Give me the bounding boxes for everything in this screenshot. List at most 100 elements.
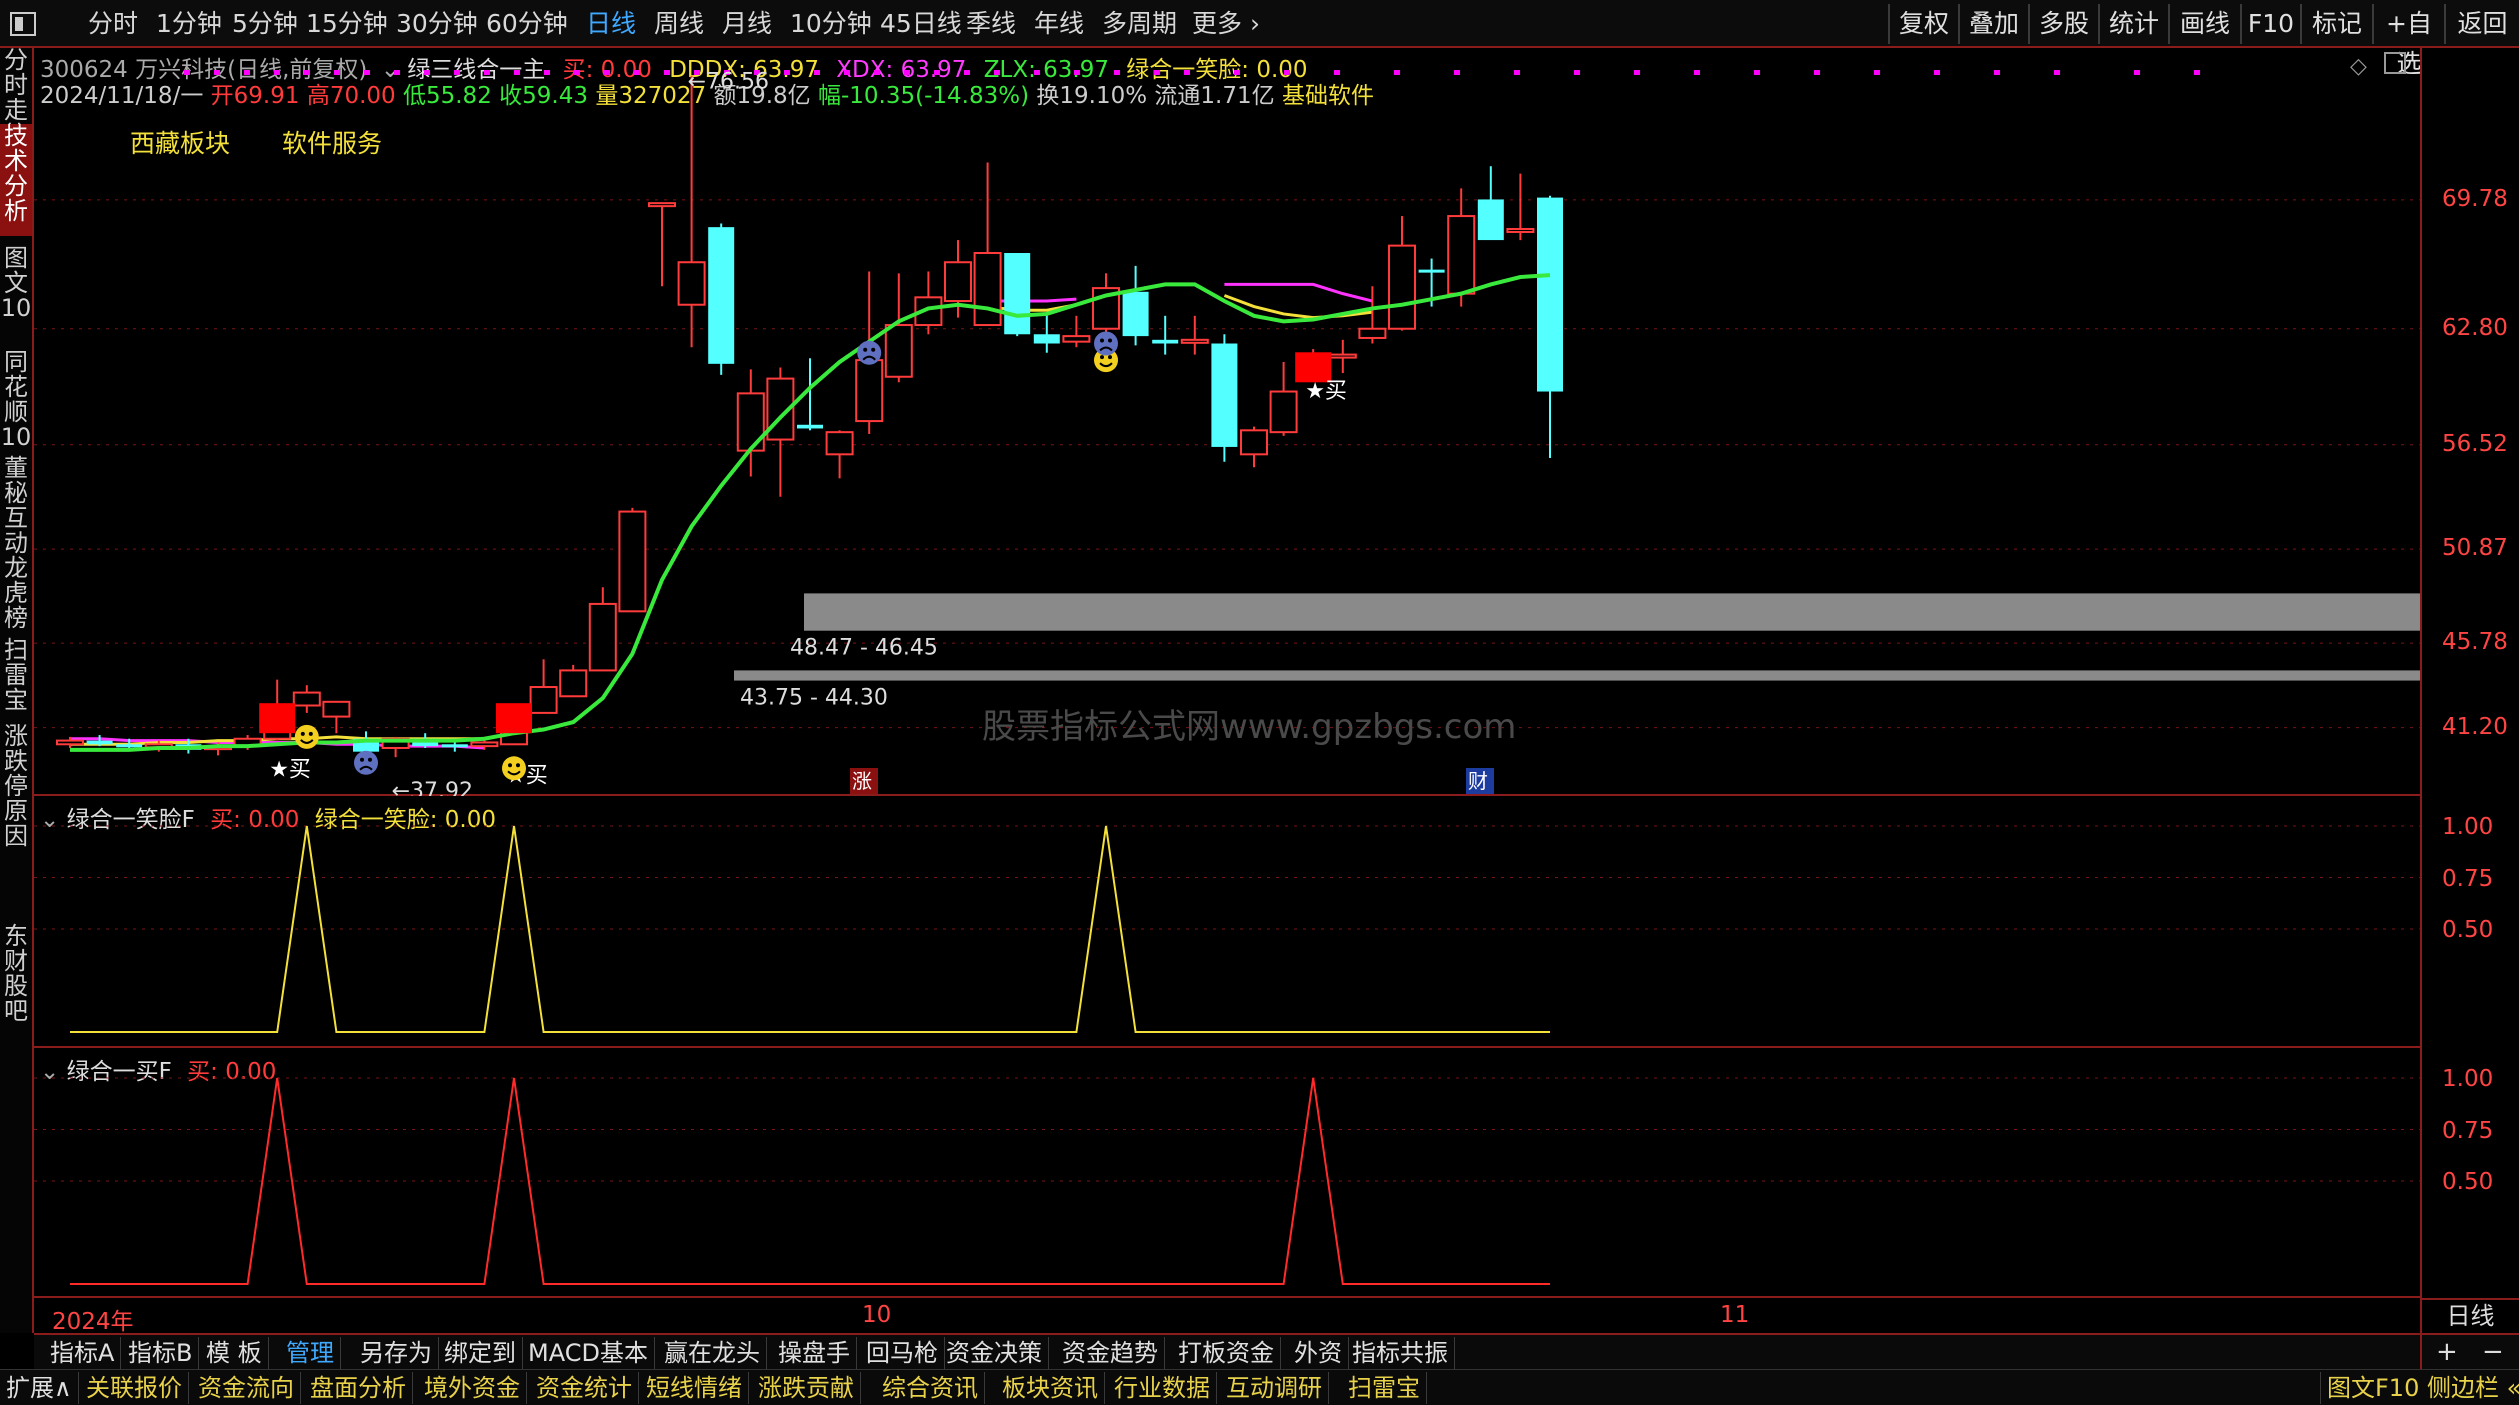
period-5[interactable]: 60分钟 xyxy=(486,6,568,42)
side-tab-5[interactable]: 龙虎榜 xyxy=(0,556,32,634)
toolbar-btn-4[interactable]: 画线 xyxy=(2168,4,2240,44)
toolbar-btn-1[interactable]: 叠加 xyxy=(1958,4,2028,44)
low-price-label: ←37.92 xyxy=(392,779,473,796)
feature-tab-8[interactable]: 综合资讯 xyxy=(876,1372,985,1404)
period-10[interactable]: 45日线 xyxy=(880,6,962,42)
candle-body-up xyxy=(677,261,706,306)
period-9[interactable]: 10分钟 xyxy=(790,6,872,42)
feature-tab-4[interactable]: 境外资金 xyxy=(418,1372,527,1404)
period-7[interactable]: 周线 xyxy=(654,6,704,42)
zoom-in-button[interactable]: + xyxy=(2436,1337,2458,1367)
candle-body-down xyxy=(1537,197,1563,392)
period-label: 日线 xyxy=(2422,1298,2519,1333)
period-3[interactable]: 15分钟 xyxy=(306,6,388,42)
buy-signal-box xyxy=(496,703,532,734)
indicator-tab-10[interactable]: 资金决策 xyxy=(940,1337,1049,1369)
buy-indicator-panel: ⌄ 绿合一买F 买: 0.00 xyxy=(34,1048,2420,1298)
feature-tab-6[interactable]: 短线情绪 xyxy=(640,1372,749,1404)
candle-body-down xyxy=(1152,339,1179,344)
menu-icon[interactable] xyxy=(8,6,42,42)
period-14[interactable]: 更多 › xyxy=(1192,6,1260,42)
indicator-tab-13[interactable]: 外资 xyxy=(1288,1337,1349,1369)
smile-icon-eye xyxy=(1108,355,1112,360)
left-tab-strip: 分时走势技术分析图文10 同花顺10 董秘互动龙虎榜扫雷宝涨跌停原因东财股吧 xyxy=(0,48,34,1333)
indicator-tab-14[interactable]: 指标共振 xyxy=(1346,1337,1455,1369)
side-tab-0[interactable]: 分时走势 xyxy=(0,48,32,148)
y-tick-2: 56.52 xyxy=(2442,430,2508,457)
period-0[interactable]: 分时 xyxy=(88,6,138,42)
top-dot xyxy=(394,70,400,75)
feature-tab-7[interactable]: 涨跌贡献 xyxy=(752,1372,861,1404)
indicator-tab-7[interactable]: 赢在龙头 xyxy=(658,1337,767,1369)
top-dot xyxy=(514,70,520,75)
zoom-out-button[interactable]: − xyxy=(2482,1337,2504,1367)
smile-icon-eye xyxy=(300,731,305,736)
period-13[interactable]: 多周期 xyxy=(1102,6,1177,42)
toolbar-btn-8[interactable]: 返回 xyxy=(2444,4,2519,44)
toolbar-btn-6[interactable]: 标记 xyxy=(2300,4,2372,44)
side-tab-6[interactable]: 扫雷宝 xyxy=(0,638,32,720)
smile-icon-eye xyxy=(516,763,520,768)
indicator-tab-0[interactable]: 指标A xyxy=(44,1337,122,1369)
peak-price-label: ←76.56 xyxy=(688,70,769,95)
toolbar-btn-5[interactable]: F10 xyxy=(2240,4,2300,44)
period-12[interactable]: 年线 xyxy=(1034,6,1084,42)
period-6[interactable]: 日线 xyxy=(586,6,636,42)
indicator-tab-5[interactable]: 绑定到 xyxy=(438,1337,523,1369)
toolbar-btn-0[interactable]: 复权 xyxy=(1888,4,1958,44)
candle-body-down xyxy=(1004,253,1031,335)
top-dot xyxy=(904,70,910,75)
period-2[interactable]: 5分钟 xyxy=(232,6,298,42)
top-dot xyxy=(844,70,850,75)
side-tab-2[interactable]: 图文10 xyxy=(0,246,32,346)
feature-tab-12[interactable]: 扫雷宝 xyxy=(1342,1372,1427,1404)
side-tab-8[interactable]: 东财股吧 xyxy=(0,924,32,1024)
candlestick-chart[interactable]: ★买 ★买★买←76.56←37.9248.47 - 46.4543.75 - 4… xyxy=(34,48,2420,796)
top-dot xyxy=(334,70,340,75)
feature-tab-3[interactable]: 盘面分析 xyxy=(304,1372,413,1404)
side-tab-1[interactable]: 技术分析 xyxy=(0,124,32,236)
indicator-tab-9[interactable]: 回马枪 xyxy=(860,1337,945,1369)
top-dot xyxy=(2054,70,2060,75)
indicator-tab-6[interactable]: MACD基本 xyxy=(522,1337,655,1369)
top-dot xyxy=(1874,70,1880,75)
toolbar-btn-2[interactable]: 多股 xyxy=(2028,4,2098,44)
x-label-year: 2024年 xyxy=(52,1309,134,1335)
top-dot xyxy=(994,70,1000,75)
candle-body-up xyxy=(322,700,351,718)
side-tab-7[interactable]: 涨跌停原因 xyxy=(0,724,32,920)
indicator-tab-12[interactable]: 打板资金 xyxy=(1172,1337,1281,1369)
feature-tab-10[interactable]: 行业数据 xyxy=(1108,1372,1217,1404)
period-8[interactable]: 月线 xyxy=(722,6,772,42)
indicator-tab-4[interactable]: 另存为 xyxy=(354,1337,439,1369)
top-dot xyxy=(1284,70,1290,75)
candle-body-up xyxy=(529,686,558,714)
top-dot xyxy=(1694,70,1700,75)
zoom-controls: + − xyxy=(2420,1333,2519,1369)
y-tick-1: 62.80 xyxy=(2442,314,2508,341)
feature-tab-2[interactable]: 资金流向 xyxy=(192,1372,301,1404)
top-dot xyxy=(2134,70,2140,75)
indicator-tab-11[interactable]: 资金趋势 xyxy=(1056,1337,1165,1369)
toolbar-btn-3[interactable]: 统计 xyxy=(2098,4,2168,44)
sidebar-toggle[interactable]: 图文F10 侧边栏 « xyxy=(2320,1372,2519,1404)
zone-upper-label: 48.47 - 46.45 xyxy=(790,636,938,661)
side-tab-4[interactable]: 董秘互动 xyxy=(0,456,32,556)
candle-body-up xyxy=(1240,429,1268,456)
feature-tab-5[interactable]: 资金统计 xyxy=(530,1372,639,1404)
indicator-tab-3[interactable]: 管理 xyxy=(280,1337,341,1369)
top-dot xyxy=(2194,70,2200,75)
period-4[interactable]: 30分钟 xyxy=(396,6,478,42)
indicator-tab-8[interactable]: 操盘手 xyxy=(772,1337,857,1369)
feature-tab-1[interactable]: 关联报价 xyxy=(80,1372,189,1404)
side-tab-3[interactable]: 同花顺10 xyxy=(0,350,32,450)
feature-tab-9[interactable]: 板块资讯 xyxy=(996,1372,1105,1404)
indicator-tab-2[interactable]: 模 板 xyxy=(200,1337,269,1369)
feature-tab-0[interactable]: 扩展∧ xyxy=(0,1372,79,1404)
feature-tab-11[interactable]: 互动调研 xyxy=(1220,1372,1329,1404)
candle-body-up xyxy=(588,602,617,672)
toolbar-btn-7[interactable]: +自选 xyxy=(2372,4,2444,78)
period-11[interactable]: 季线 xyxy=(966,6,1016,42)
indicator-tab-1[interactable]: 指标B xyxy=(122,1337,200,1369)
period-1[interactable]: 1分钟 xyxy=(156,6,222,42)
